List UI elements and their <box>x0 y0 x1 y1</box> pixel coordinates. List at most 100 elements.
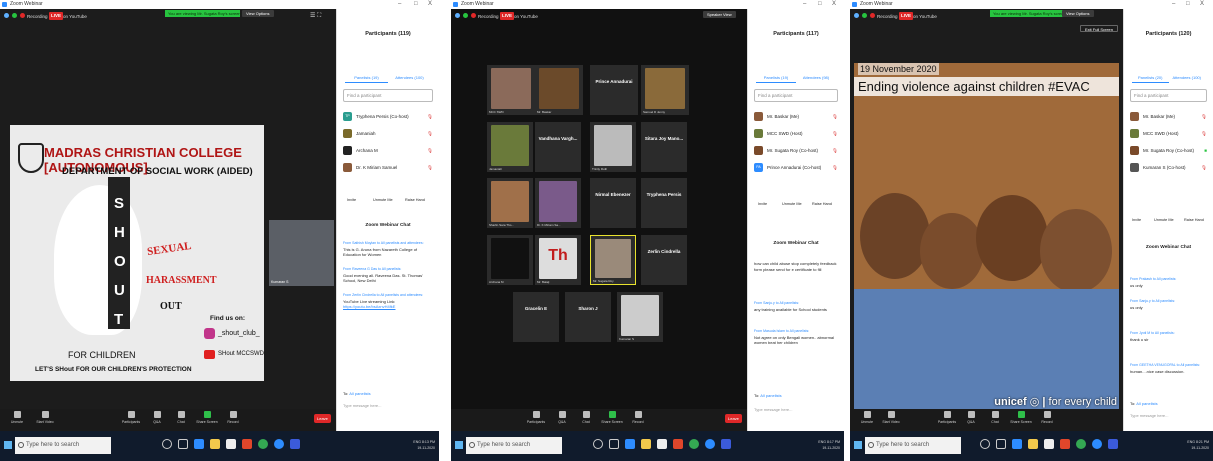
shield-icon[interactable] <box>12 13 17 18</box>
shield-icon[interactable] <box>463 13 468 18</box>
participant-row[interactable]: Mr. Sugata Roy (Co-host) 🎙 <box>754 143 838 159</box>
unmute-button[interactable]: Unmute <box>6 411 28 424</box>
participants-button[interactable]: Participants <box>936 411 958 424</box>
video-tile[interactable]: Mr. Baskar <box>535 65 583 115</box>
youtube-live-dropdown[interactable]: on YouTube <box>63 14 87 19</box>
task-view-icon[interactable] <box>996 439 1006 449</box>
chat-recipient[interactable]: To: All panelists <box>754 393 782 398</box>
participant-row[interactable]: MCC SWD (Host) 🎙 <box>754 126 838 142</box>
raise-hand-button[interactable]: Raise Hand <box>403 195 427 205</box>
maximize-button[interactable]: □ <box>818 0 822 9</box>
leave-button[interactable]: Leave <box>725 414 742 423</box>
video-tile[interactable]: Gracelin E <box>513 292 559 342</box>
video-tile[interactable]: Archana M <box>487 235 533 285</box>
office-icon[interactable] <box>1060 439 1070 449</box>
close-button[interactable]: X <box>1200 0 1204 9</box>
cortana-icon[interactable] <box>593 439 603 449</box>
tab-panelists[interactable]: Panelists (20) <box>1132 73 1169 83</box>
video-tile[interactable]: Sharon J <box>565 292 611 342</box>
participant-row[interactable]: Mr. Sugata Roy (Co-host) ■ <box>1130 143 1207 159</box>
chat-message-input[interactable]: Type message here... <box>1130 413 1207 418</box>
store-icon[interactable] <box>657 439 667 449</box>
unmute-button[interactable]: Unmute <box>856 411 878 424</box>
store-icon[interactable] <box>226 439 236 449</box>
chrome-icon[interactable] <box>1076 439 1086 449</box>
speaker-video-thumbnail[interactable]: Kumaran S <box>269 220 334 286</box>
file-explorer-icon[interactable] <box>1028 439 1038 449</box>
task-view-icon[interactable] <box>609 439 619 449</box>
video-tile[interactable]: Dr. K Miriam Sa... <box>535 178 581 228</box>
close-button[interactable]: X <box>832 0 836 9</box>
minimize-button[interactable]: – <box>398 0 401 9</box>
close-button[interactable]: X <box>428 0 432 9</box>
share-screen-button[interactable]: Share Screen <box>601 411 623 424</box>
invite-button[interactable]: Invite <box>756 199 769 209</box>
participant-row[interactable]: MCC SWD (Host) 🎙 <box>1130 126 1207 142</box>
tab-panelists[interactable]: Panelists (19) <box>345 73 388 83</box>
view-options-button[interactable]: View Options <box>242 10 274 17</box>
maximize-button[interactable]: □ <box>1186 0 1190 9</box>
speaker-view-button[interactable]: Speaker View <box>703 11 736 18</box>
find-participant-input[interactable]: Find a participant <box>754 89 838 102</box>
video-tile[interactable]: Vandhana Vargh... <box>535 122 581 172</box>
chat-message-input[interactable]: Type message here... <box>754 407 838 412</box>
recipient-dropdown[interactable]: All panelists <box>1136 401 1157 406</box>
edge-icon[interactable] <box>194 439 204 449</box>
taskbar-search[interactable]: Type here to search <box>865 437 961 454</box>
find-participant-input[interactable]: Find a participant <box>343 89 433 102</box>
edge-icon[interactable] <box>625 439 635 449</box>
qa-button[interactable]: Q&A <box>146 411 168 424</box>
recipient-dropdown[interactable]: All panelists <box>760 393 781 398</box>
participant-row[interactable]: PA Prince Annadurai (Co-host) 🎙 <box>754 160 838 176</box>
video-tile[interactable]: Th Mr. Balaji <box>535 235 581 285</box>
chat-button[interactable]: Chat <box>170 411 192 424</box>
video-tile[interactable]: Tryphena Persis <box>641 178 687 228</box>
word-icon[interactable] <box>290 439 300 449</box>
maximize-button[interactable]: □ <box>414 0 418 9</box>
chrome-icon[interactable] <box>258 439 268 449</box>
invite-button[interactable]: Invite <box>345 195 358 205</box>
tab-panelists[interactable]: Panelists (19) <box>756 73 796 83</box>
tab-attendees[interactable]: Attendees (100) <box>388 73 431 83</box>
unmute-me-button[interactable]: Unmute Me <box>780 199 804 209</box>
view-options-button[interactable]: View Options <box>1062 10 1094 17</box>
youtube-live-dropdown[interactable]: on YouTube <box>514 14 538 19</box>
chat-link[interactable]: https://youtu.be/bsAxnvH4fkE <box>343 304 395 309</box>
participant-row[interactable]: Mr. Baskar (Me) 🎙 <box>1130 109 1207 125</box>
unmute-me-button[interactable]: Unmute Me <box>371 195 395 205</box>
qa-button[interactable]: Q&A <box>551 411 573 424</box>
record-button[interactable]: Record <box>222 411 244 424</box>
zoom-taskbar-icon[interactable] <box>1092 439 1102 449</box>
video-tile[interactable]: Mr. Sugata Roy <box>590 235 636 285</box>
word-icon[interactable] <box>721 439 731 449</box>
taskbar-search[interactable]: Type here to search <box>15 437 111 454</box>
chrome-icon[interactable] <box>689 439 699 449</box>
tab-attendees[interactable]: Attendees (100) <box>1169 73 1206 83</box>
participants-button[interactable]: Participants <box>120 411 142 424</box>
participant-row[interactable]: TP Tryphena Persis (Co-host) 🎙 <box>343 109 433 125</box>
video-tile[interactable]: Sitara Joy Mano... <box>641 122 687 172</box>
word-icon[interactable] <box>1108 439 1118 449</box>
exit-fullscreen-button[interactable]: Exit Full Screen <box>1080 25 1119 32</box>
leave-button[interactable]: Leave <box>314 414 331 423</box>
info-icon[interactable] <box>4 13 9 18</box>
unmute-me-button[interactable]: Unmute Me <box>1152 215 1176 225</box>
start-video-button[interactable]: Start Video <box>34 411 56 424</box>
video-tile[interactable]: Prince Annadurai <box>590 65 638 115</box>
raise-hand-button[interactable]: Raise Hand <box>1182 215 1206 225</box>
invite-button[interactable]: Invite <box>1130 215 1143 225</box>
raise-hand-button[interactable]: Raise Hand <box>810 199 834 209</box>
minimize-button[interactable]: – <box>803 0 806 9</box>
shield-icon[interactable] <box>862 13 867 18</box>
windows-start-icon[interactable] <box>4 441 12 449</box>
share-screen-button[interactable]: Share Screen <box>1010 411 1032 424</box>
task-view-icon[interactable] <box>178 439 188 449</box>
qa-button[interactable]: Q&A <box>960 411 982 424</box>
taskbar-search[interactable]: Type here to search <box>466 437 562 454</box>
participants-button[interactable]: Participants <box>525 411 547 424</box>
info-icon[interactable] <box>854 13 859 18</box>
edge-icon[interactable] <box>1012 439 1022 449</box>
recipient-dropdown[interactable]: All panelists <box>349 391 370 396</box>
cortana-icon[interactable] <box>162 439 172 449</box>
zoom-taskbar-icon[interactable] <box>705 439 715 449</box>
